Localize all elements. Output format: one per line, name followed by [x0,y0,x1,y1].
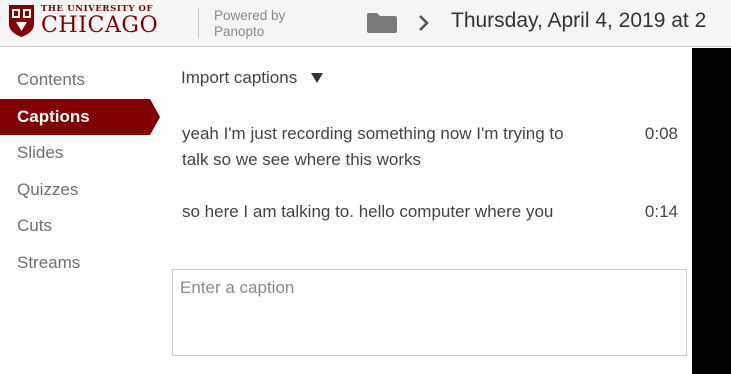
sidebar-item-cuts[interactable]: Cuts [0,208,160,245]
powered-line-1: Powered by [214,8,286,23]
powered-line-2: Panopto [214,24,265,39]
chevron-right-icon [419,15,429,31]
sidebar-item-streams[interactable]: Streams [0,245,160,282]
import-captions-label: Import captions [181,68,298,87]
logo-big-text: CHICAGO [41,12,159,38]
folder-icon[interactable] [366,12,398,34]
import-captions-button[interactable]: Import captions [181,68,324,88]
university-logo[interactable]: THE UNIVERSITY OF CHICAGO [8,4,158,38]
university-shield-icon [9,5,34,37]
caption-input[interactable] [172,269,687,356]
caption-entry[interactable]: so here I am talking to. hello computer … [182,199,682,225]
sidebar-nav: Contents Captions Slides Quizzes Cuts St… [0,62,160,282]
caption-timestamp[interactable]: 0:08 [645,121,678,147]
logo-divider [198,8,199,39]
caption-text: yeah I'm just recording something now I'… [182,124,564,169]
sidebar-item-contents[interactable]: Contents [0,62,160,99]
caret-down-icon [311,73,324,83]
sidebar-item-captions[interactable]: Captions [0,98,160,136]
caption-entry[interactable]: yeah I'm just recording something now I'… [182,121,682,173]
caption-text: so here I am talking to. hello computer … [182,202,554,221]
sidebar-item-slides[interactable]: Slides [0,135,160,172]
session-title: Thursday, April 4, 2019 at 2 [451,9,707,32]
header-bar: THE UNIVERSITY OF CHICAGO Powered by Pan… [0,0,731,47]
sidebar-item-quizzes[interactable]: Quizzes [0,172,160,209]
video-pane [692,48,731,374]
powered-by-text[interactable]: Powered by Panopto [214,8,285,40]
caption-timestamp[interactable]: 0:14 [645,199,678,225]
